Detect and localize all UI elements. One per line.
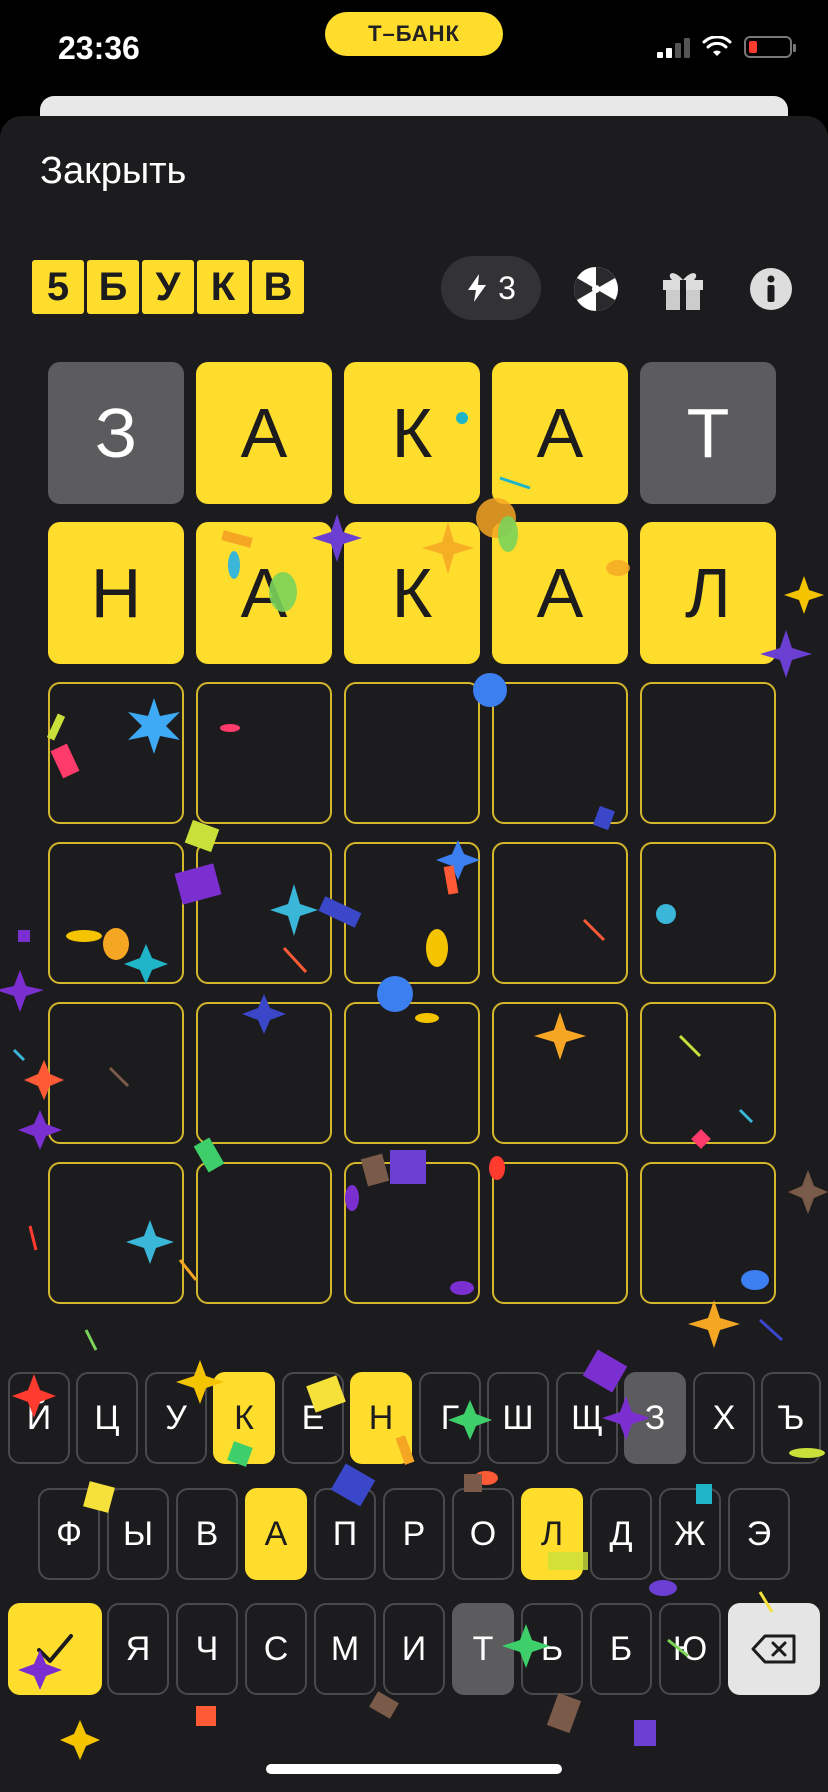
key[interactable]: П bbox=[314, 1488, 376, 1580]
board-tile bbox=[48, 1162, 184, 1304]
key[interactable]: Г bbox=[419, 1372, 481, 1464]
key[interactable]: Б bbox=[590, 1603, 652, 1695]
key[interactable]: Л bbox=[521, 1488, 583, 1580]
key[interactable]: З bbox=[624, 1372, 686, 1464]
status-time: 23:36 bbox=[58, 30, 140, 66]
key[interactable]: М bbox=[314, 1603, 376, 1695]
key[interactable]: Ф bbox=[38, 1488, 100, 1580]
key[interactable]: Я bbox=[107, 1603, 169, 1695]
battery-icon bbox=[744, 36, 796, 58]
key[interactable]: А bbox=[245, 1488, 307, 1580]
board-tile bbox=[196, 1002, 332, 1144]
status-icons bbox=[657, 36, 796, 58]
key[interactable]: Ж bbox=[659, 1488, 721, 1580]
board-tile bbox=[344, 1002, 480, 1144]
key[interactable]: С bbox=[245, 1603, 307, 1695]
board-tile: Н bbox=[48, 522, 184, 664]
signal-icon bbox=[657, 36, 690, 58]
key[interactable]: Ъ bbox=[761, 1372, 821, 1464]
key[interactable]: О bbox=[452, 1488, 514, 1580]
key[interactable]: К bbox=[213, 1372, 275, 1464]
board-tile bbox=[196, 1162, 332, 1304]
board-tile bbox=[344, 842, 480, 984]
key[interactable]: Н bbox=[350, 1372, 412, 1464]
checkmark-icon bbox=[37, 1634, 73, 1663]
gift-icon[interactable] bbox=[658, 264, 708, 314]
key[interactable]: У bbox=[145, 1372, 207, 1464]
board-tile bbox=[48, 682, 184, 824]
logo-tile: Б bbox=[87, 260, 139, 314]
key[interactable]: В bbox=[176, 1488, 238, 1580]
board-tile bbox=[640, 1002, 776, 1144]
board-tile: К bbox=[344, 362, 480, 504]
bank-pill[interactable]: Т–БАНК bbox=[325, 12, 503, 56]
board-tile: А bbox=[196, 522, 332, 664]
board-tile bbox=[640, 842, 776, 984]
key[interactable]: Щ bbox=[556, 1372, 618, 1464]
board-tile bbox=[196, 842, 332, 984]
backspace-icon bbox=[751, 1634, 796, 1664]
key[interactable]: Ц bbox=[76, 1372, 138, 1464]
energy-button[interactable]: 3 bbox=[441, 256, 541, 320]
board-tile: А bbox=[492, 362, 628, 504]
key[interactable]: Р bbox=[383, 1488, 445, 1580]
board-tile bbox=[344, 682, 480, 824]
key[interactable]: Й bbox=[8, 1372, 70, 1464]
key[interactable]: И bbox=[383, 1603, 445, 1695]
energy-count: 3 bbox=[498, 269, 516, 306]
board-tile: А bbox=[492, 522, 628, 664]
board-tile: Т bbox=[640, 362, 776, 504]
key[interactable]: Ю bbox=[659, 1603, 721, 1695]
key[interactable]: Х bbox=[693, 1372, 755, 1464]
board-tile bbox=[48, 842, 184, 984]
logo-tile: У bbox=[142, 260, 194, 314]
board-tile bbox=[48, 1002, 184, 1144]
board-tile bbox=[492, 682, 628, 824]
board-tile bbox=[492, 842, 628, 984]
board-tile bbox=[344, 1162, 480, 1304]
logo-tile: К bbox=[197, 260, 249, 314]
wheel-icon[interactable] bbox=[571, 264, 621, 314]
key[interactable]: Е bbox=[282, 1372, 344, 1464]
board-tile bbox=[492, 1002, 628, 1144]
status-bar: 23:36 Т–БАНК bbox=[0, 0, 828, 100]
game-logo: 5 Б У К В bbox=[32, 260, 304, 314]
key[interactable]: Ш bbox=[487, 1372, 549, 1464]
key[interactable]: Ь bbox=[521, 1603, 583, 1695]
key[interactable]: Т bbox=[452, 1603, 514, 1695]
lightning-icon bbox=[468, 274, 487, 302]
key[interactable]: Ы bbox=[107, 1488, 169, 1580]
board-tile: К bbox=[344, 522, 480, 664]
logo-tile: 5 bbox=[32, 260, 84, 314]
board-tile: А bbox=[196, 362, 332, 504]
key[interactable]: Э bbox=[728, 1488, 790, 1580]
backspace-button[interactable] bbox=[728, 1603, 820, 1695]
board-tile bbox=[492, 1162, 628, 1304]
board-tile bbox=[640, 1162, 776, 1304]
home-indicator bbox=[266, 1764, 562, 1774]
key[interactable]: Ч bbox=[176, 1603, 238, 1695]
enter-button[interactable] bbox=[8, 1603, 102, 1695]
board-tile bbox=[196, 682, 332, 824]
board-tile: З bbox=[48, 362, 184, 504]
info-icon[interactable] bbox=[746, 264, 796, 314]
key[interactable]: Д bbox=[590, 1488, 652, 1580]
logo-tile: В bbox=[252, 260, 304, 314]
wifi-icon bbox=[702, 36, 732, 56]
board-tile: Л bbox=[640, 522, 776, 664]
close-button[interactable]: Закрыть bbox=[40, 150, 186, 193]
board-tile bbox=[640, 682, 776, 824]
